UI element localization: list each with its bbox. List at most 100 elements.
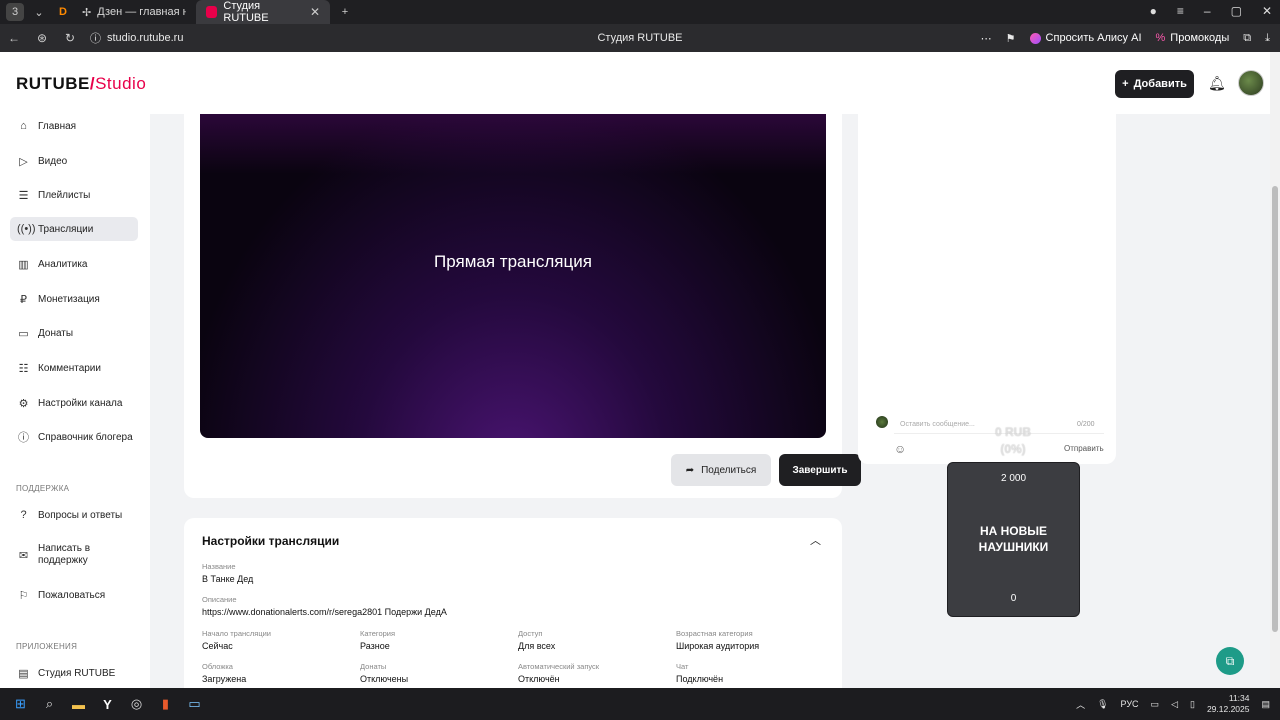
- avatar[interactable]: [1238, 70, 1264, 96]
- language-indicator[interactable]: РУС: [1121, 699, 1139, 709]
- scrollbar-thumb[interactable]: [1272, 186, 1278, 632]
- sidebar-item-blogger-guide[interactable]: ⓘ Справочник блогера: [10, 425, 138, 449]
- share-button[interactable]: ➦ Поделиться: [671, 454, 771, 486]
- new-tab-icon[interactable]: +: [336, 3, 354, 21]
- rutube-studio-logo[interactable]: RUTUBE/Studio: [16, 74, 146, 94]
- chevron-up-icon[interactable]: ︿: [1076, 698, 1085, 711]
- field-label: Возрастная категория: [676, 629, 753, 638]
- download-icon[interactable]: ⤓: [1265, 32, 1270, 45]
- book-icon: ⓘ: [18, 432, 29, 444]
- field-value: Загружена: [202, 674, 247, 684]
- video-app-icon[interactable]: ▮: [151, 688, 180, 720]
- comments-icon: ☷: [18, 362, 29, 375]
- sidebar-item-home[interactable]: ⌂ Главная: [10, 114, 138, 138]
- field-value: Подключён: [676, 674, 724, 684]
- windows-start-icon[interactable]: ⊞: [6, 688, 35, 720]
- field-cover: Обложка Загружена: [202, 662, 246, 684]
- tab-dzen[interactable]: ✢ Дзен — главная новост: [72, 0, 196, 24]
- promo-button[interactable]: % Промокоды: [1156, 32, 1230, 44]
- close-window-icon[interactable]: ✕: [1262, 4, 1272, 18]
- donation-goal-widget: 2 000 НА НОВЫЕ НАУШНИКИ 0: [947, 462, 1080, 617]
- field-value: Широкая аудитория: [676, 641, 760, 651]
- search-icon[interactable]: ⌕: [35, 688, 64, 720]
- microphone-icon[interactable]: 🎙︎: [1097, 699, 1108, 710]
- site-info-icon[interactable]: ⓘ: [90, 30, 101, 46]
- field-value: Разное: [360, 641, 390, 651]
- sidebar-item-channel-settings[interactable]: ⚙ Настройки канала: [10, 391, 138, 415]
- sidebar-item-broadcasts[interactable]: ((•)) Трансляции: [10, 217, 138, 241]
- notifications-icon[interactable]: ▤: [1261, 699, 1270, 710]
- clock-date: 29.12.2025: [1206, 704, 1250, 714]
- finish-stream-button[interactable]: Завершить: [779, 454, 861, 486]
- field-label: Описание: [202, 595, 237, 604]
- send-button[interactable]: Отправить: [1064, 444, 1104, 453]
- player-card: Прямая трансляция ➦ Поделиться Завершить: [184, 114, 861, 498]
- field-value: Отключены: [360, 674, 409, 684]
- reload-icon[interactable]: ↻: [56, 31, 84, 45]
- browser-menu-icon[interactable]: 3: [6, 3, 24, 21]
- chat-panel: Оставить сообщение... 0/200 ☺ Отправить: [858, 114, 1116, 464]
- tab-studio-rutube[interactable]: Студия RUTUBE ✕: [196, 0, 330, 24]
- obs-icon[interactable]: ◎: [122, 688, 151, 720]
- scrollbar[interactable]: [1270, 52, 1280, 688]
- plus-icon: +: [1122, 78, 1129, 90]
- sidebar-item-report[interactable]: ⚐ Пожаловаться: [10, 583, 138, 607]
- sidebar-item-playlists[interactable]: ☰ Плейлисты: [10, 183, 138, 207]
- ask-alice-button[interactable]: Спросить Алису AI: [1029, 32, 1142, 44]
- field-access: Доступ Для всех: [518, 629, 555, 651]
- help-chat-button[interactable]: ⧉: [1216, 647, 1244, 675]
- volume-icon[interactable]: ◁: [1171, 699, 1178, 710]
- field-label: Категория: [360, 629, 396, 638]
- app-window-icon[interactable]: ▭: [180, 688, 209, 720]
- emoji-icon[interactable]: ☺: [894, 442, 906, 456]
- yandex-browser-icon[interactable]: Y: [93, 688, 122, 720]
- sidebar-item-donations[interactable]: ▭ Донаты: [10, 321, 138, 345]
- bell-icon[interactable]: 🔔︎: [1208, 75, 1226, 92]
- url-field[interactable]: ⓘ studio.rutube.ru: [90, 30, 183, 46]
- field-label: Чат: [676, 662, 689, 671]
- close-tab-icon[interactable]: ✕: [310, 5, 320, 19]
- chevron-up-icon[interactable]: ︿: [810, 532, 821, 548]
- profile-icon[interactable]: ●: [1150, 4, 1157, 18]
- clock-time: 11:34: [1228, 693, 1250, 703]
- broadcast-icon: ((•)): [17, 223, 36, 235]
- field-value: https://www.donationalerts.com/r/serega2…: [202, 607, 447, 617]
- browser-tab-strip: 3 ⌄ D ✢ Дзен — главная новост Студия RUT…: [0, 0, 1280, 24]
- goal-target: 2 000: [1000, 473, 1027, 484]
- chevron-down-icon[interactable]: ⌄: [30, 3, 48, 21]
- sidebar-item-faq[interactable]: ? Вопросы и ответы: [10, 503, 138, 527]
- stream-preview-title: Прямая трансляция: [434, 252, 592, 271]
- yandex-home-icon[interactable]: ⊛: [28, 31, 56, 45]
- sidebar-item-comments[interactable]: ☷ Комментарии: [10, 356, 138, 380]
- stream-preview[interactable]: Прямая трансляция: [200, 114, 826, 438]
- percent-icon: %: [1155, 32, 1166, 44]
- field-label: Донаты: [360, 662, 387, 671]
- flag-icon: ⚐: [18, 589, 29, 602]
- more-icon[interactable]: ⋯: [981, 32, 992, 45]
- browser-menu-lines-icon[interactable]: ≡: [1177, 4, 1184, 18]
- alice-icon: [1029, 32, 1041, 44]
- system-tray: ︿ 🎙︎ РУС ▭ ◁ ▯ 11:34 29.12.2025 ▤: [1076, 688, 1270, 720]
- file-explorer-icon[interactable]: ▬: [64, 688, 93, 720]
- dzen-pinned-tab-icon[interactable]: D: [54, 3, 72, 21]
- add-button[interactable]: + Добавить: [1115, 70, 1194, 98]
- pin-icon: ✢: [82, 6, 92, 19]
- gear-icon: ⚙: [18, 397, 29, 410]
- back-icon[interactable]: ←: [0, 31, 28, 45]
- field-chat: Чат Подключён: [676, 662, 723, 684]
- bookmark-icon[interactable]: ⚑: [1006, 32, 1016, 45]
- sidebar-item-monetization[interactable]: ₽ Монетизация: [10, 287, 138, 311]
- sidebar-item-studio-app[interactable]: ▤ Студия RUTUBE: [10, 661, 138, 685]
- clock[interactable]: 11:34 29.12.2025: [1207, 693, 1250, 715]
- collections-icon[interactable]: ⧉: [1243, 32, 1251, 45]
- field-autostart: Автоматический запуск Отключён: [518, 662, 599, 684]
- sidebar-item-write-support[interactable]: ✉ Написать в поддержку: [10, 538, 138, 572]
- sidebar-item-video[interactable]: ▷ Видео: [10, 149, 138, 173]
- battery-icon[interactable]: ▯: [1190, 699, 1195, 710]
- maximize-icon[interactable]: ▢: [1231, 4, 1242, 18]
- minimize-icon[interactable]: –: [1204, 4, 1211, 18]
- sidebar-item-analytics[interactable]: ▥ Аналитика: [10, 252, 138, 276]
- question-icon: ?: [20, 509, 27, 521]
- sidebar: ⌂ Главная ▷ Видео ☰ Плейлисты ((•)) Трансляц…: [0, 114, 150, 688]
- network-icon[interactable]: ▭: [1151, 699, 1160, 710]
